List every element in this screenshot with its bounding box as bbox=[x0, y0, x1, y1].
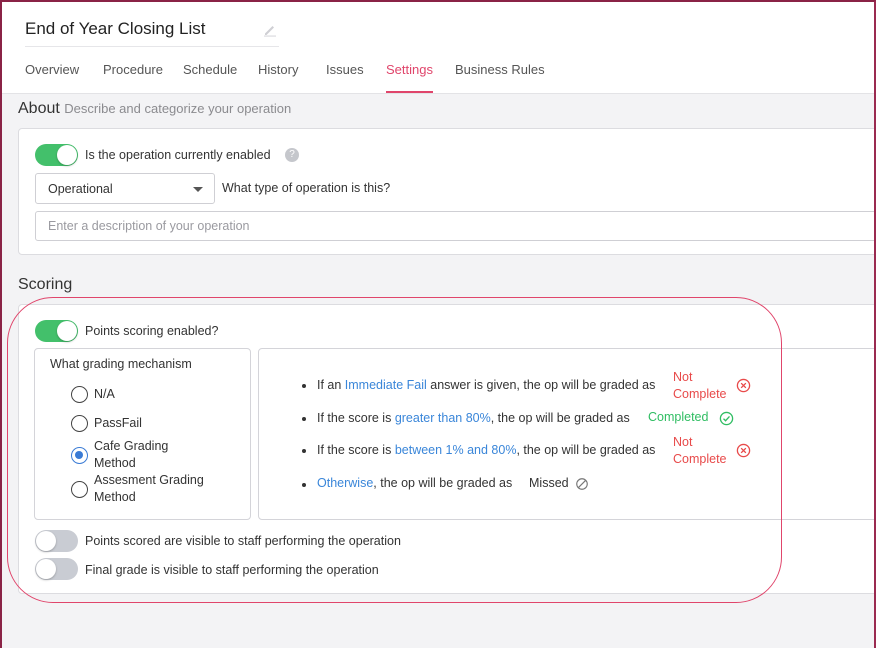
grading-rules-box: If an Immediate Fail answer is given, th… bbox=[258, 348, 874, 520]
x-circle-icon bbox=[736, 443, 751, 458]
scoring-heading: Scoring bbox=[18, 276, 72, 294]
radio-assessment-grading[interactable] bbox=[71, 481, 88, 498]
operation-type-value: Operational bbox=[48, 182, 113, 196]
tab-business-rules[interactable]: Business Rules bbox=[455, 62, 545, 94]
rule-otherwise: Otherwise, the op will be graded as bbox=[317, 476, 513, 490]
points-scoring-label: Points scoring enabled? bbox=[85, 324, 219, 338]
tab-issues[interactable]: Issues bbox=[326, 62, 364, 94]
enabled-label: Is the operation currently enabled bbox=[85, 148, 271, 162]
radio-label-passfail: PassFail bbox=[94, 416, 142, 430]
grading-mechanism-box: What grading mechanism N/A PassFail Cafe… bbox=[34, 348, 251, 520]
question-circle-icon[interactable]: ? bbox=[285, 148, 299, 162]
page-header: End of Year Closing List Overview Proced… bbox=[2, 2, 874, 94]
tab-schedule[interactable]: Schedule bbox=[183, 62, 237, 94]
radio-label-assessment-grading: Assesment Grading Method bbox=[94, 473, 204, 504]
status-completed: Completed bbox=[648, 410, 709, 424]
radio-label-na: N/A bbox=[94, 387, 115, 401]
points-visible-label: Points scored are visible to staff perfo… bbox=[85, 534, 401, 548]
toggle-knob bbox=[36, 531, 56, 551]
list-bullet bbox=[302, 417, 306, 421]
enabled-toggle[interactable] bbox=[35, 144, 78, 166]
about-card: Is the operation currently enabled ? Ope… bbox=[18, 128, 874, 255]
radio-label-cafe-grading: Cafe Grading Method bbox=[94, 439, 169, 470]
title-field[interactable]: End of Year Closing List bbox=[25, 16, 279, 47]
tab-settings[interactable]: Settings bbox=[386, 62, 433, 94]
rule-immediate-fail: If an Immediate Fail answer is given, th… bbox=[317, 378, 656, 392]
status-missed: Missed bbox=[529, 476, 569, 490]
grading-title: What grading mechanism bbox=[50, 357, 192, 371]
rule-greater-than: If the score is greater than 80%, the op… bbox=[317, 411, 630, 425]
page-title: End of Year Closing List bbox=[25, 19, 206, 38]
about-title: About bbox=[18, 100, 60, 117]
toggle-knob bbox=[57, 321, 77, 341]
operation-type-question: What type of operation is this? bbox=[222, 181, 391, 195]
scoring-title: Scoring bbox=[18, 276, 73, 293]
app-frame: End of Year Closing List Overview Proced… bbox=[0, 0, 876, 648]
status-not-complete: Not Complete bbox=[673, 435, 727, 466]
final-grade-label: Final grade is visible to staff performi… bbox=[85, 563, 379, 577]
pencil-icon[interactable] bbox=[263, 23, 277, 37]
radio-na[interactable] bbox=[71, 386, 88, 403]
status-not-complete: Not Complete bbox=[673, 370, 727, 401]
points-visible-toggle[interactable] bbox=[35, 530, 78, 552]
description-input[interactable] bbox=[35, 211, 874, 241]
list-bullet bbox=[302, 449, 306, 453]
about-heading: About Describe and categorize your opera… bbox=[18, 100, 291, 118]
tab-overview[interactable]: Overview bbox=[25, 62, 79, 94]
rule-between: If the score is between 1% and 80%, the … bbox=[317, 443, 656, 457]
operation-type-select[interactable]: Operational bbox=[35, 173, 215, 204]
slash-circle-icon bbox=[576, 478, 588, 490]
final-grade-toggle[interactable] bbox=[35, 558, 78, 580]
check-circle-icon bbox=[719, 411, 734, 426]
toggle-knob bbox=[57, 145, 77, 165]
list-bullet bbox=[302, 483, 306, 487]
radio-cafe-grading[interactable] bbox=[71, 447, 88, 464]
about-subtitle: Describe and categorize your operation bbox=[64, 101, 292, 116]
tab-history[interactable]: History bbox=[258, 62, 298, 94]
points-scoring-toggle[interactable] bbox=[35, 320, 78, 342]
tab-procedure[interactable]: Procedure bbox=[103, 62, 163, 94]
radio-passfail[interactable] bbox=[71, 415, 88, 432]
chevron-down-icon bbox=[193, 187, 203, 192]
x-circle-icon bbox=[736, 378, 751, 393]
list-bullet bbox=[302, 384, 306, 388]
toggle-knob bbox=[36, 559, 56, 579]
